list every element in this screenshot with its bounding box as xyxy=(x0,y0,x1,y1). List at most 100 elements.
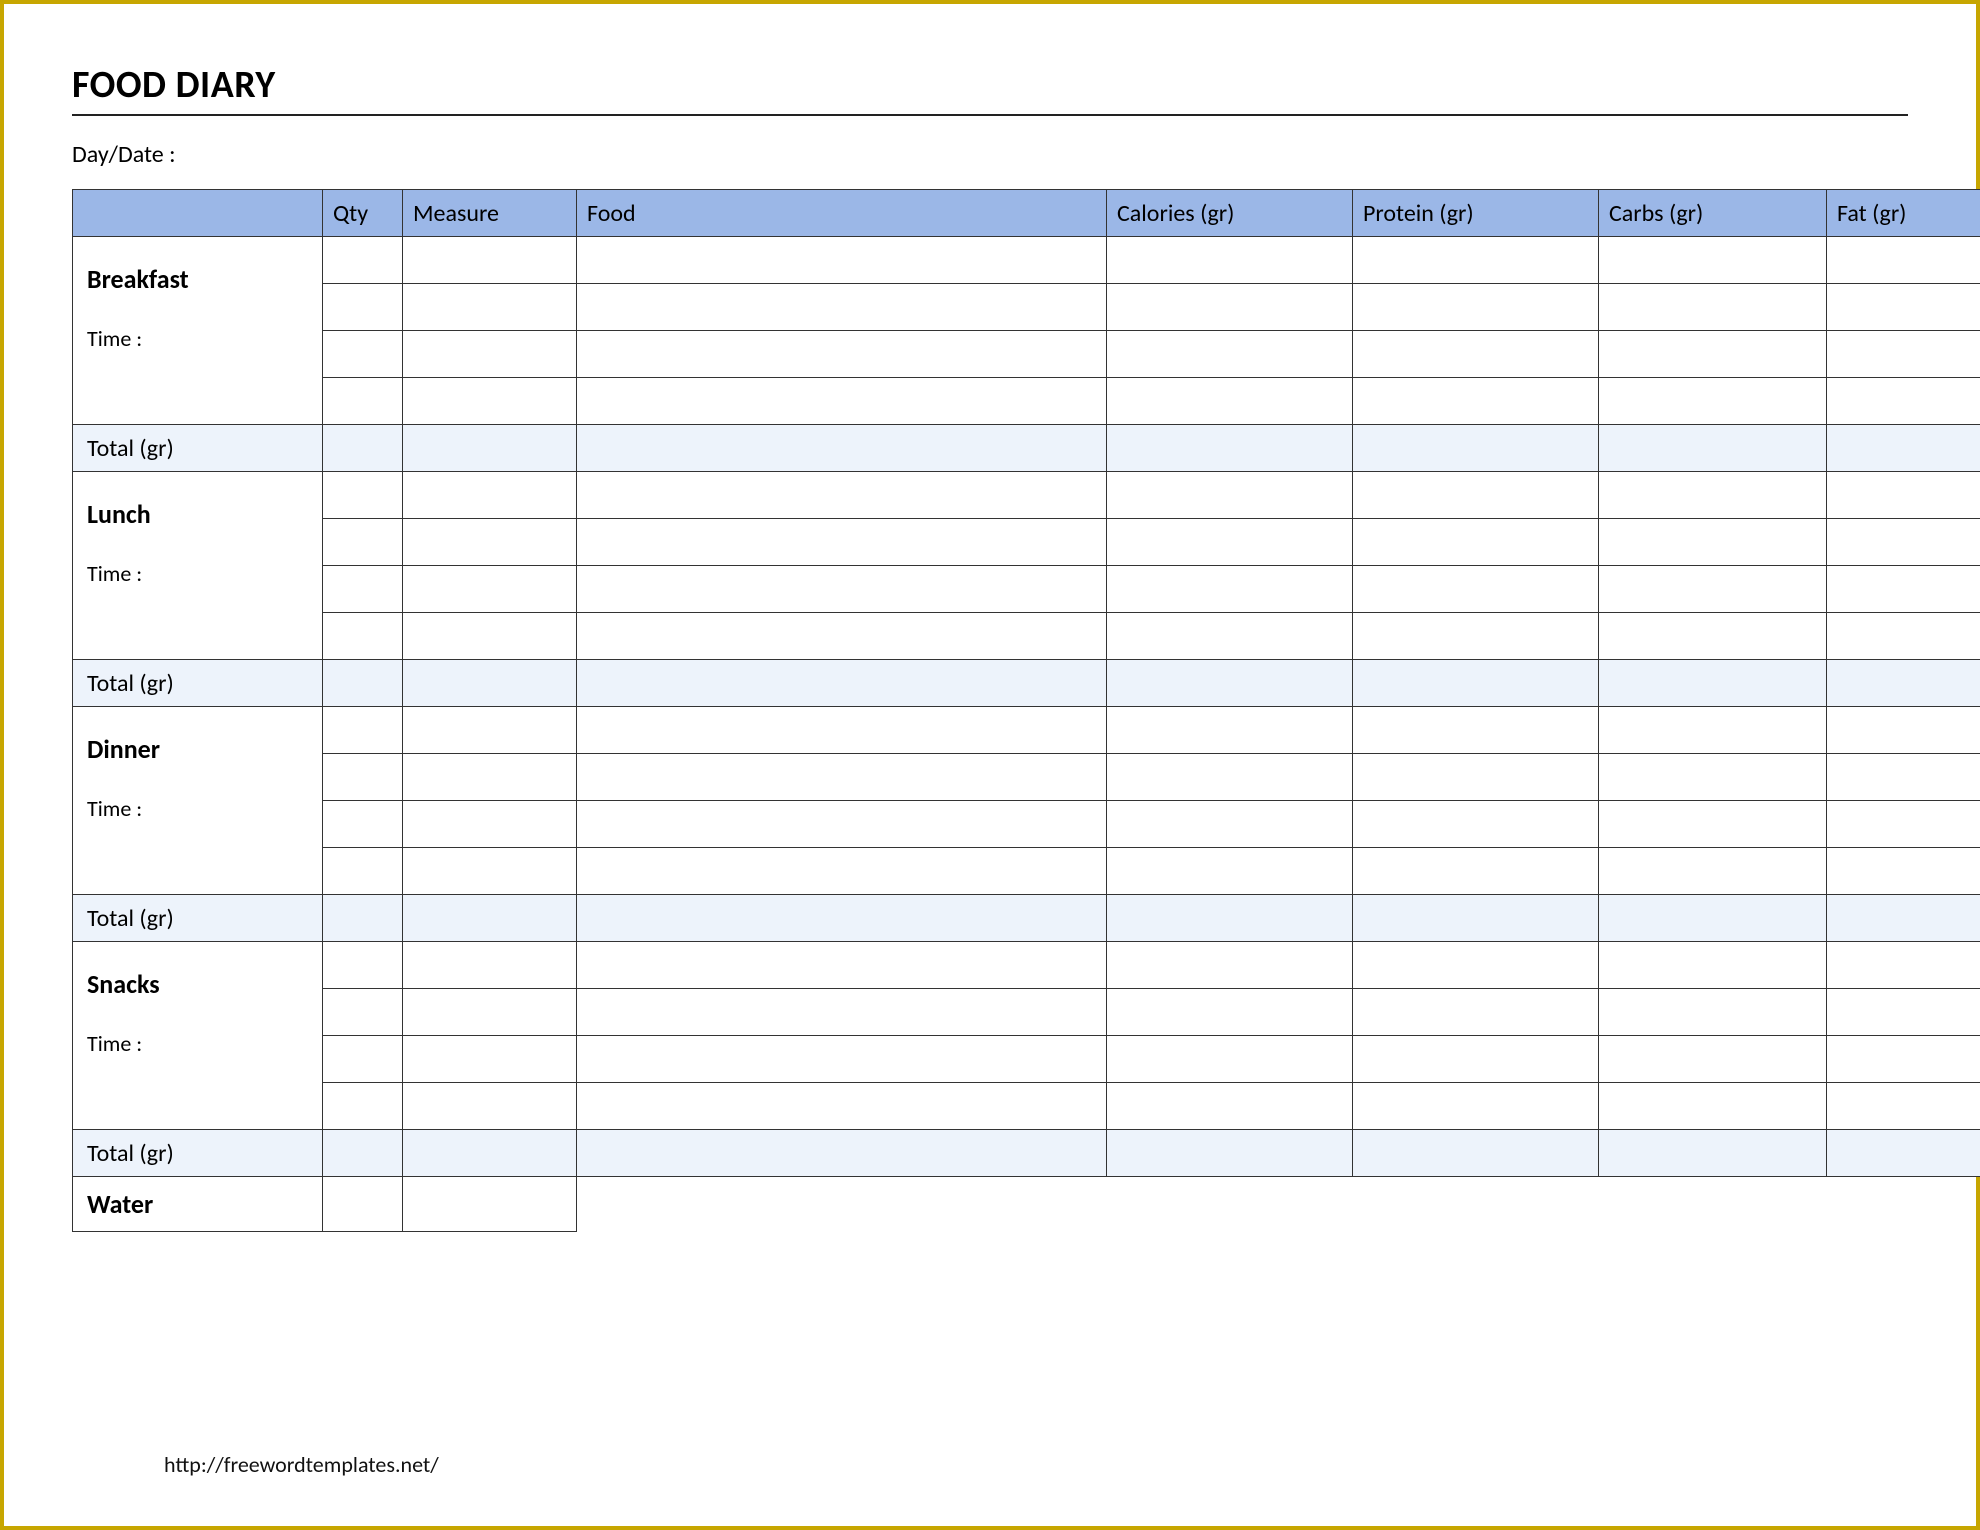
cell[interactable] xyxy=(1827,1036,1980,1083)
cell[interactable] xyxy=(1827,754,1980,801)
cell[interactable] xyxy=(403,754,577,801)
cell[interactable] xyxy=(1827,331,1980,378)
cell[interactable] xyxy=(403,707,577,754)
cell[interactable] xyxy=(1353,754,1599,801)
cell[interactable] xyxy=(403,848,577,895)
cell[interactable] xyxy=(1353,425,1599,472)
cell[interactable] xyxy=(1599,989,1827,1036)
cell[interactable] xyxy=(577,284,1107,331)
cell[interactable] xyxy=(1827,472,1980,519)
cell[interactable] xyxy=(577,1083,1107,1130)
cell[interactable] xyxy=(403,942,577,989)
cell[interactable] xyxy=(1353,331,1599,378)
cell[interactable] xyxy=(1107,378,1353,425)
cell[interactable] xyxy=(1353,801,1599,848)
cell[interactable] xyxy=(577,754,1107,801)
cell[interactable] xyxy=(1599,425,1827,472)
cell[interactable] xyxy=(1599,237,1827,284)
cell[interactable] xyxy=(323,1130,403,1177)
cell[interactable] xyxy=(1599,660,1827,707)
cell[interactable] xyxy=(403,566,577,613)
cell[interactable] xyxy=(1353,1036,1599,1083)
cell[interactable] xyxy=(1827,848,1980,895)
cell[interactable] xyxy=(1353,613,1599,660)
cell[interactable] xyxy=(1107,237,1353,284)
cell[interactable] xyxy=(1599,848,1827,895)
cell[interactable] xyxy=(1827,378,1980,425)
cell[interactable] xyxy=(1107,1036,1353,1083)
cell[interactable] xyxy=(1599,754,1827,801)
cell[interactable] xyxy=(1353,472,1599,519)
cell[interactable] xyxy=(1827,801,1980,848)
cell[interactable] xyxy=(577,613,1107,660)
cell[interactable] xyxy=(323,1083,403,1130)
cell[interactable] xyxy=(323,660,403,707)
cell[interactable] xyxy=(1353,895,1599,942)
cell[interactable] xyxy=(323,754,403,801)
cell[interactable] xyxy=(577,566,1107,613)
cell[interactable] xyxy=(403,1036,577,1083)
cell[interactable] xyxy=(1827,1083,1980,1130)
cell[interactable] xyxy=(1599,942,1827,989)
cell[interactable] xyxy=(1599,1083,1827,1130)
cell[interactable] xyxy=(577,801,1107,848)
cell[interactable] xyxy=(323,848,403,895)
cell[interactable] xyxy=(403,1083,577,1130)
cell[interactable] xyxy=(1107,472,1353,519)
cell[interactable] xyxy=(403,1130,577,1177)
cell[interactable] xyxy=(1599,378,1827,425)
cell[interactable] xyxy=(1599,566,1827,613)
cell[interactable] xyxy=(1107,707,1353,754)
cell[interactable] xyxy=(1107,331,1353,378)
cell[interactable] xyxy=(577,519,1107,566)
cell[interactable] xyxy=(1107,566,1353,613)
cell[interactable] xyxy=(1353,660,1599,707)
cell[interactable] xyxy=(1599,519,1827,566)
cell[interactable] xyxy=(1353,942,1599,989)
cell[interactable] xyxy=(1107,1083,1353,1130)
cell[interactable] xyxy=(577,848,1107,895)
cell[interactable] xyxy=(1599,707,1827,754)
cell[interactable] xyxy=(403,284,577,331)
cell[interactable] xyxy=(323,707,403,754)
cell[interactable] xyxy=(323,284,403,331)
cell[interactable] xyxy=(1599,284,1827,331)
cell[interactable] xyxy=(577,660,1107,707)
cell[interactable] xyxy=(403,801,577,848)
cell[interactable] xyxy=(1827,660,1980,707)
cell[interactable] xyxy=(1827,425,1980,472)
cell[interactable] xyxy=(1353,989,1599,1036)
cell[interactable] xyxy=(1353,284,1599,331)
cell[interactable] xyxy=(1827,707,1980,754)
cell[interactable] xyxy=(1107,848,1353,895)
cell[interactable] xyxy=(1827,989,1980,1036)
cell[interactable] xyxy=(1353,1083,1599,1130)
cell[interactable] xyxy=(1827,942,1980,989)
cell[interactable] xyxy=(1599,331,1827,378)
cell[interactable] xyxy=(1107,425,1353,472)
cell[interactable] xyxy=(1353,848,1599,895)
cell[interactable] xyxy=(323,378,403,425)
cell[interactable] xyxy=(577,989,1107,1036)
cell[interactable] xyxy=(1827,566,1980,613)
cell[interactable] xyxy=(403,425,577,472)
cell[interactable] xyxy=(403,1177,577,1232)
cell[interactable] xyxy=(1353,519,1599,566)
cell[interactable] xyxy=(1599,472,1827,519)
cell[interactable] xyxy=(403,237,577,284)
cell[interactable] xyxy=(1107,942,1353,989)
cell[interactable] xyxy=(323,801,403,848)
cell[interactable] xyxy=(577,331,1107,378)
cell[interactable] xyxy=(1353,1130,1599,1177)
cell[interactable] xyxy=(403,660,577,707)
cell[interactable] xyxy=(1599,895,1827,942)
cell[interactable] xyxy=(323,895,403,942)
cell[interactable] xyxy=(1827,519,1980,566)
cell[interactable] xyxy=(403,472,577,519)
cell[interactable] xyxy=(1353,566,1599,613)
cell[interactable] xyxy=(577,942,1107,989)
cell[interactable] xyxy=(323,942,403,989)
cell[interactable] xyxy=(577,707,1107,754)
cell[interactable] xyxy=(1353,237,1599,284)
cell[interactable] xyxy=(323,472,403,519)
